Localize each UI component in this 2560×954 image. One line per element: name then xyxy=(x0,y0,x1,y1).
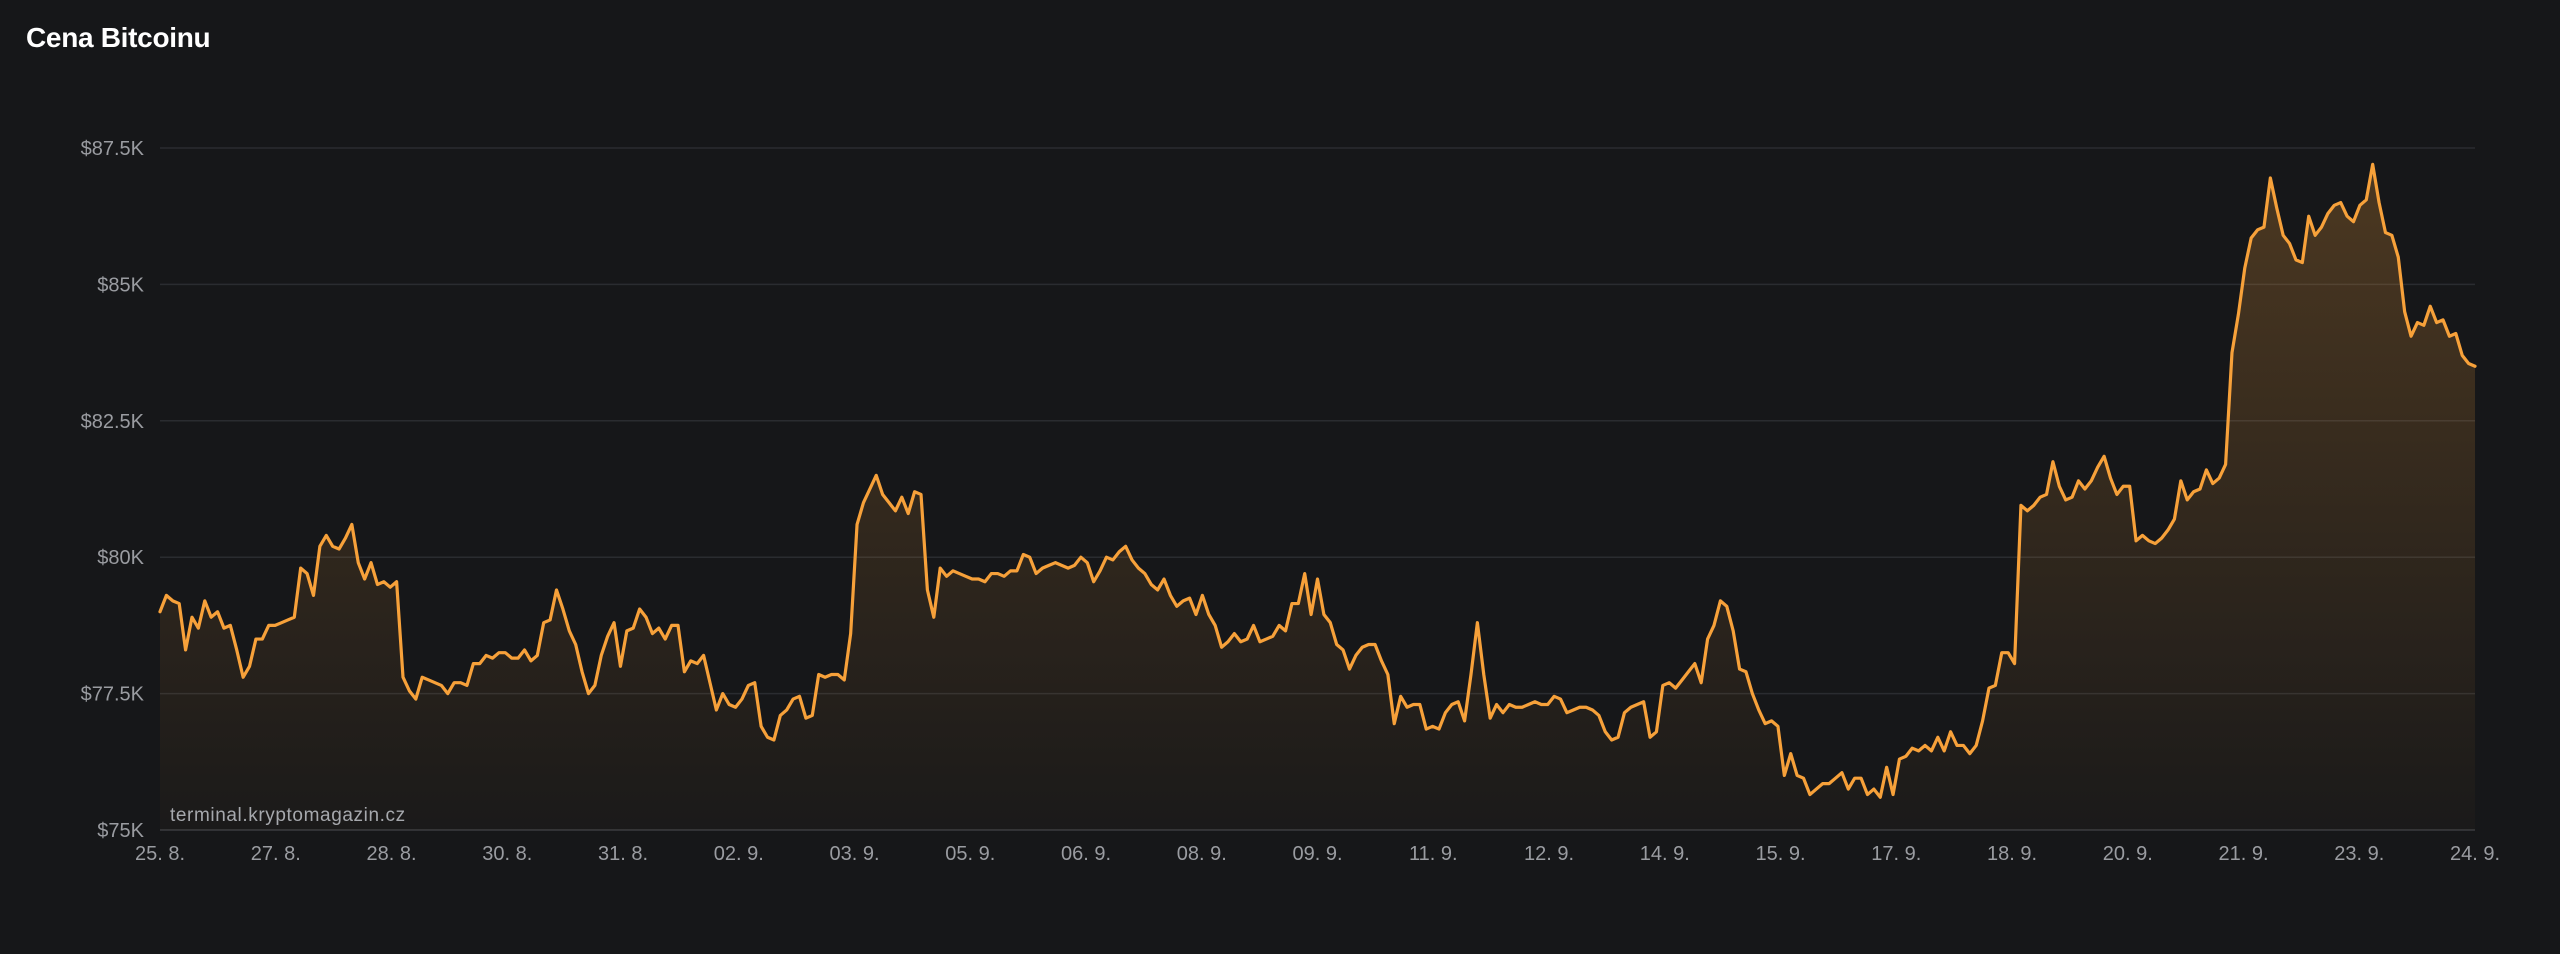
x-tick-label: 15. 9. xyxy=(1755,843,1805,865)
x-tick-label: 31. 8. xyxy=(598,843,648,865)
x-tick-label: 20. 9. xyxy=(2103,843,2153,865)
x-tick-label: 08. 9. xyxy=(1177,843,1227,865)
x-tick-label: 11. 9. xyxy=(1409,843,1458,865)
x-tick-label: 02. 9. xyxy=(714,843,764,865)
x-tick-label: 28. 8. xyxy=(366,843,416,865)
y-tick-label: $80K xyxy=(97,547,144,569)
y-tick-label: $77.5K xyxy=(81,684,145,706)
y-tick-label: $87.5K xyxy=(81,138,145,160)
y-tick-label: $82.5K xyxy=(81,411,145,433)
x-tick-label: 09. 9. xyxy=(1292,843,1342,865)
x-tick-label: 30. 8. xyxy=(482,843,532,865)
x-tick-label: 18. 9. xyxy=(1987,843,2037,865)
watermark-text: terminal.kryptomagazin.cz xyxy=(170,805,406,826)
x-tick-label: 06. 9. xyxy=(1061,843,1111,865)
x-tick-label: 17. 9. xyxy=(1871,843,1921,865)
y-axis-ticks: $75K $77.5K $80K $82.5K $85K $87.5K xyxy=(81,138,145,842)
x-tick-label: 23. 9. xyxy=(2334,843,2384,865)
x-tick-label: 24. 9. xyxy=(2450,843,2500,865)
y-tick-label: $75K xyxy=(97,820,144,842)
y-tick-label: $85K xyxy=(97,274,144,296)
x-tick-label: 03. 9. xyxy=(829,843,879,865)
x-tick-label: 27. 8. xyxy=(251,843,301,865)
price-chart: $75K $77.5K $80K $82.5K $85K $87.5K 25. 8. 27.… xyxy=(81,138,2500,865)
x-tick-label: 12. 9. xyxy=(1524,843,1574,865)
x-tick-label: 05. 9. xyxy=(945,843,995,865)
x-axis-ticks: 25. 8. 27. 8. 28. 8. 30. 8. 31. 8. 02. 9. 03. … xyxy=(135,843,2500,865)
price-area-fill xyxy=(160,164,2475,830)
x-tick-label: 21. 9. xyxy=(2218,843,2268,865)
x-tick-label: 14. 9. xyxy=(1640,843,1690,865)
x-tick-label: 25. 8. xyxy=(135,843,185,865)
